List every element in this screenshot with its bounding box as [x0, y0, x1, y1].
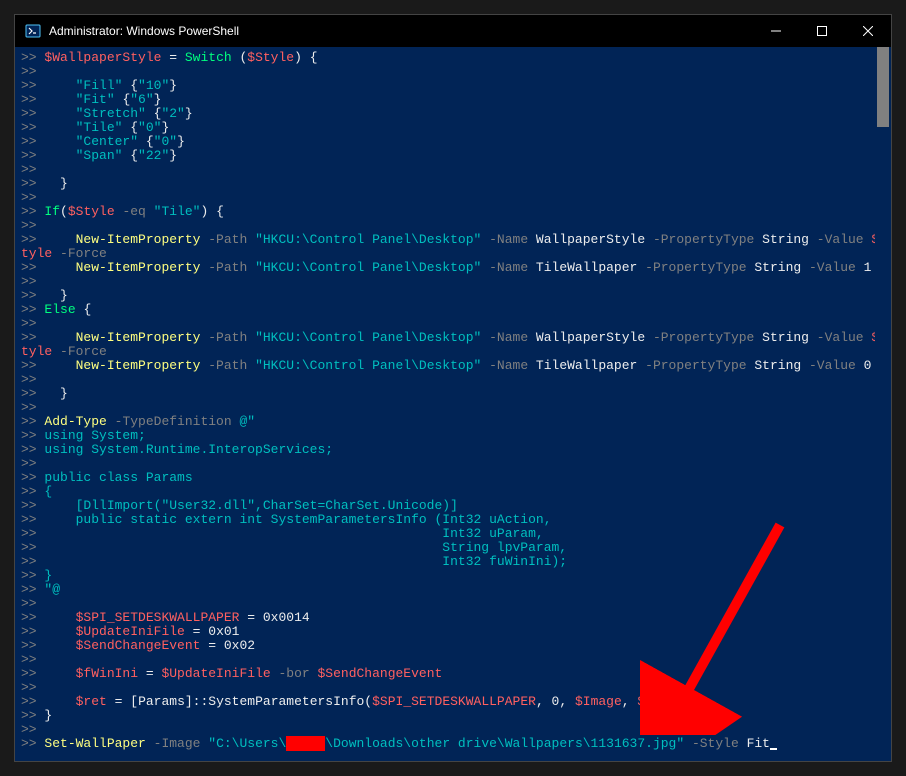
cursor	[770, 748, 777, 750]
maximize-button[interactable]	[799, 15, 845, 47]
terminal-content[interactable]: >> $WallpaperStyle = Switch ($Style) { >…	[15, 47, 875, 761]
powershell-icon	[25, 23, 41, 39]
window-controls	[753, 15, 891, 47]
titlebar[interactable]: Administrator: Windows PowerShell	[15, 15, 891, 47]
powershell-window: Administrator: Windows PowerShell >> $Wa…	[14, 14, 892, 762]
redacted-username: XXXXX	[286, 736, 325, 751]
scrollbar[interactable]	[875, 47, 891, 761]
close-button[interactable]	[845, 15, 891, 47]
minimize-button[interactable]	[753, 15, 799, 47]
scrollbar-thumb[interactable]	[877, 47, 889, 127]
window-title: Administrator: Windows PowerShell	[49, 24, 239, 38]
